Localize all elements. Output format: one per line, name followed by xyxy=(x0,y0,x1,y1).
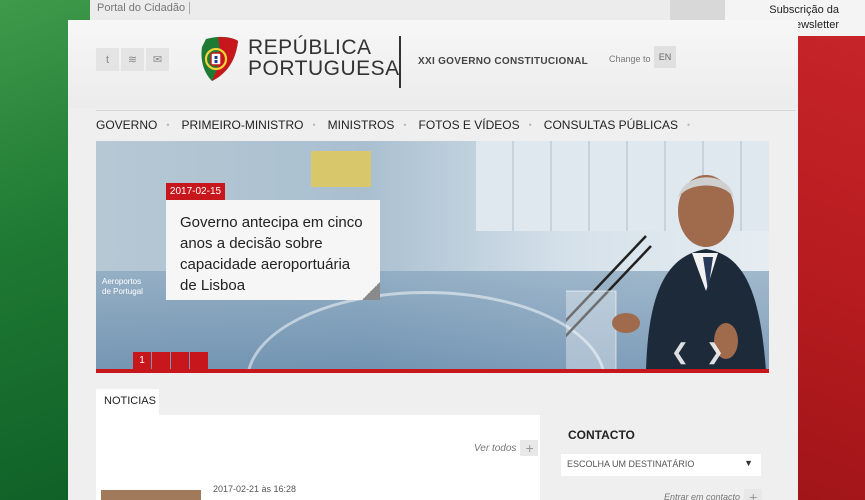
hero-date-tag: 2017-02-15 xyxy=(166,183,225,200)
nav-separator-dot: • xyxy=(166,119,170,130)
portal-cidadao-link[interactable]: Portal do Cidadão xyxy=(97,2,191,14)
news-item-date: 2017-02-21 às 16:28 xyxy=(213,484,297,494)
nav-item-governo[interactable]: GOVERNO • xyxy=(96,118,182,132)
newsletter-line1: Subscrição da xyxy=(769,4,839,16)
plus-icon: + xyxy=(520,440,539,456)
logo-divider xyxy=(399,36,401,88)
government-title: XXI GOVERNO CONSTITUCIONAL xyxy=(418,56,589,67)
nav-separator-dot: • xyxy=(687,119,691,130)
plus-icon: + xyxy=(744,489,763,500)
hero-caption[interactable]: Governo antecipa em cinco anos a decisão… xyxy=(166,200,380,300)
airport-logo-text: Aeroportos de Portugal xyxy=(102,277,143,297)
contact-title: CONTACTO xyxy=(568,428,635,442)
airport-line2: de Portugal xyxy=(102,287,143,296)
tab-noticias[interactable]: NOTICIAS xyxy=(96,389,159,415)
nav-label: GOVERNO xyxy=(96,117,158,132)
airport-line1: Aeroportos xyxy=(102,277,142,286)
nav-item-ministros[interactable]: MINISTROS • xyxy=(328,118,419,132)
nav-label: PRIMEIRO-MINISTRO xyxy=(181,117,304,132)
contact-submit-label: Entrar em contacto xyxy=(664,492,741,500)
contact-submit-link[interactable]: Entrar em contacto + xyxy=(664,489,763,500)
logo-line2: PORTUGUESA xyxy=(248,57,400,80)
slider-page-3[interactable] xyxy=(171,352,189,369)
republica-portuguesa-logo[interactable]: REPÚBLICA PORTUGUESA xyxy=(198,33,400,83)
nav-separator-dot: • xyxy=(312,119,316,130)
coat-of-arms-icon xyxy=(201,36,238,81)
nav-separator-dot: • xyxy=(528,119,532,130)
caption-corner-fold xyxy=(362,282,380,300)
nav-item-consultas-publicas[interactable]: CONSULTAS PÚBLICAS • xyxy=(544,118,702,132)
hero-background-sign xyxy=(311,151,371,187)
hero-caption-text: Governo antecipa em cinco anos a decisão… xyxy=(180,214,363,294)
main-navigation: GOVERNO • PRIMEIRO-MINISTRO • MINISTROS • F… xyxy=(96,110,796,138)
news-item-thumbnail[interactable] xyxy=(101,490,201,500)
slider-page-1[interactable]: 1 xyxy=(133,352,151,369)
slider-page-4[interactable] xyxy=(190,352,208,369)
slider-next-icon[interactable]: ❯ xyxy=(701,337,729,367)
hero-accent-bar xyxy=(96,369,769,373)
recipient-select-value: ESCOLHA UM DESTINATÁRIO xyxy=(567,459,695,469)
news-panel xyxy=(96,415,540,500)
nav-label: CONSULTAS PÚBLICAS xyxy=(543,117,679,132)
twitter-icon[interactable]: t xyxy=(96,48,119,71)
mail-icon[interactable]: ✉ xyxy=(146,48,169,71)
social-links: t ≋ ✉ xyxy=(96,48,169,71)
slider-page-2[interactable] xyxy=(152,352,170,369)
logo-wordmark: REPÚBLICA PORTUGUESA xyxy=(248,37,400,79)
see-all-link[interactable]: Ver todos + xyxy=(474,440,539,456)
logo-line1: REPÚBLICA xyxy=(248,36,372,59)
nav-item-fotos-videos[interactable]: FOTOS E VÍDEOS • xyxy=(418,118,543,132)
nav-separator-dot: • xyxy=(403,119,407,130)
nav-label: FOTOS E VÍDEOS xyxy=(418,117,520,132)
nav-item-primeiro-ministro[interactable]: PRIMEIRO-MINISTRO • xyxy=(182,118,328,132)
language-en-button[interactable]: EN xyxy=(654,46,676,68)
chevron-down-icon: ▼ xyxy=(744,458,753,468)
change-language-label: Change to xyxy=(609,54,651,64)
slider-pagination: 1 xyxy=(133,352,209,369)
see-all-label: Ver todos xyxy=(474,442,517,454)
rss-icon[interactable]: ≋ xyxy=(121,48,144,71)
recipient-select[interactable]: ESCOLHA UM DESTINATÁRIO ▼ xyxy=(561,454,761,476)
nav-label: MINISTROS xyxy=(327,117,395,132)
slider-prev-icon[interactable]: ❮ xyxy=(666,337,694,367)
